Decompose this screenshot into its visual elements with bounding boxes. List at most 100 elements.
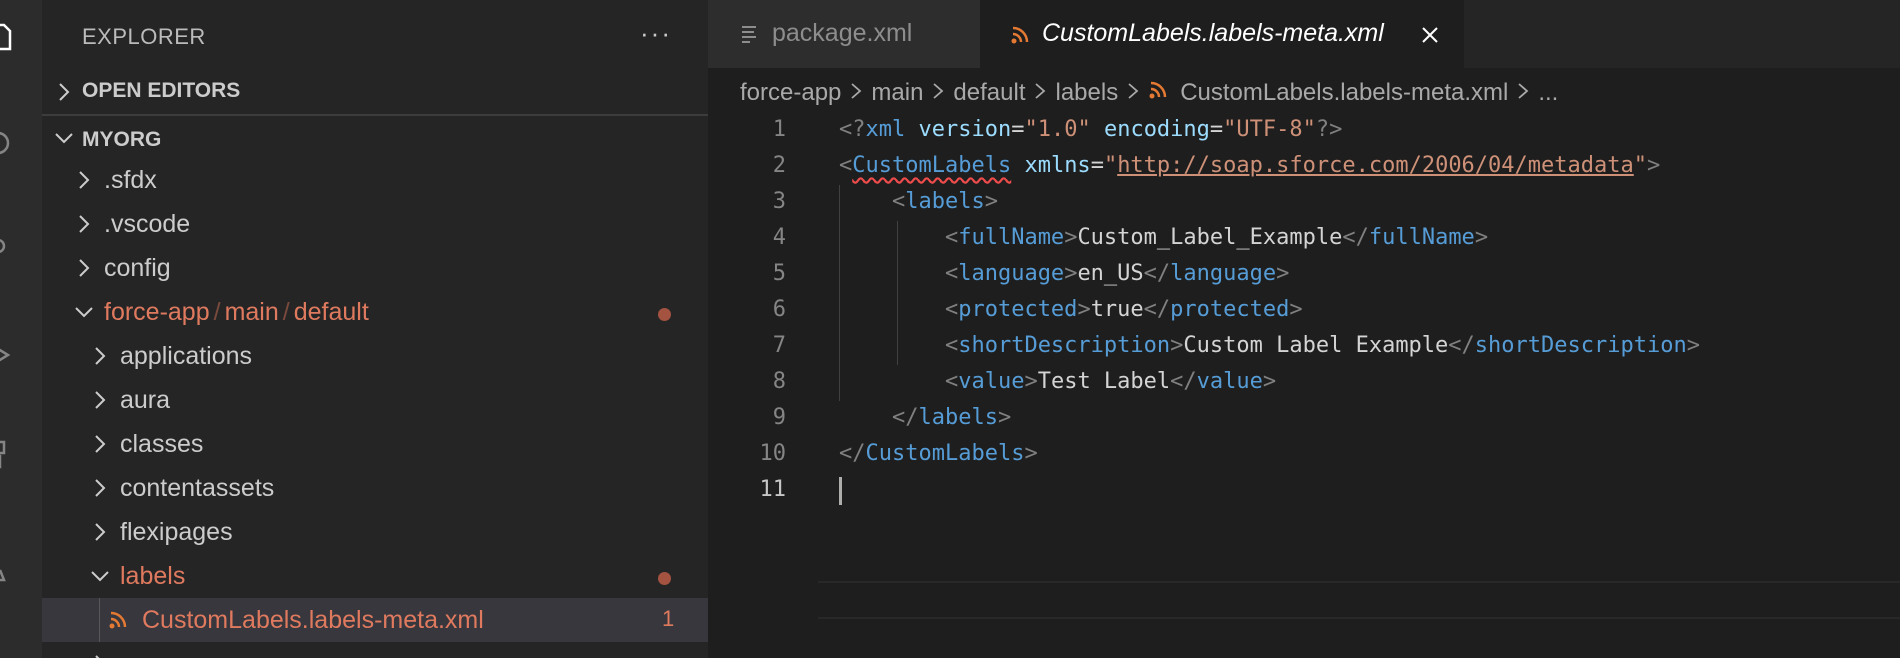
modified-dot <box>658 572 671 585</box>
tree-item-force-app[interactable]: force-app / main / default <box>42 290 708 334</box>
tree-item-label: aura <box>120 386 171 414</box>
breadcrumb-item[interactable]: labels <box>1055 79 1118 107</box>
xml-tag: value <box>1196 369 1263 394</box>
activity-bar <box>0 0 42 658</box>
rss-xml-icon <box>1011 26 1029 44</box>
close-icon[interactable] <box>1420 25 1440 45</box>
search-icon[interactable] <box>0 128 16 158</box>
files-icon[interactable] <box>0 22 16 52</box>
more-actions-button[interactable]: ··· <box>640 18 672 49</box>
xml-text: Custom Label Example <box>1183 333 1449 358</box>
xml-tag: fullName <box>1368 225 1475 250</box>
chevron-right-icon <box>1033 79 1047 107</box>
tree-item-label: applications <box>120 342 253 370</box>
breadcrumb-item[interactable]: force-app <box>740 79 841 107</box>
breadcrumb-item[interactable]: main <box>871 79 923 107</box>
xml-tag: labels <box>905 189 985 214</box>
editor-area: package.xml CustomLabels.labels-meta.xml… <box>708 0 1900 658</box>
breadcrumb-item[interactable]: default <box>953 79 1025 107</box>
path-separator: / <box>282 298 290 326</box>
tree-item-aura[interactable]: aura <box>42 378 708 422</box>
tab-customlabels[interactable]: CustomLabels.labels-meta.xml <box>980 0 1464 68</box>
source-control-icon[interactable] <box>0 236 16 266</box>
workspace-section[interactable]: MYORG <box>42 114 708 160</box>
tab-label: CustomLabels.labels-meta.xml <box>1042 19 1384 47</box>
xml-string: "1.0" <box>1024 117 1091 142</box>
tab-bar: package.xml CustomLabels.labels-meta.xml <box>708 0 1900 68</box>
chevron-down-icon <box>91 571 109 582</box>
test-icon[interactable] <box>0 552 16 582</box>
chevron-right-icon <box>849 79 863 107</box>
xml-tag: protected <box>1170 297 1290 322</box>
tree-item-contentassets[interactable]: contentassets <box>42 466 708 510</box>
chevron-right-icon <box>931 79 945 107</box>
xml-url-link[interactable]: http://soap.sforce.com/2006/04/metadata <box>1117 153 1634 178</box>
chevron-right-icon <box>95 347 106 365</box>
tree-item-sfdx[interactable]: .sfdx <box>42 158 708 202</box>
line-number: 4 <box>772 225 786 250</box>
tree-item-cropped[interactable] <box>42 642 708 658</box>
tree-item-labels[interactable]: labels <box>42 554 708 598</box>
code-line: <protected>true</protected> <box>839 297 1303 322</box>
open-editors-label: OPEN EDITORS <box>82 79 241 102</box>
code-line: </CustomLabels> <box>839 441 1038 466</box>
xml-string: "UTF-8" <box>1223 117 1316 142</box>
tree-item-classes[interactable]: classes <box>42 422 708 466</box>
line-number: 5 <box>772 261 786 286</box>
extensions-icon[interactable] <box>0 440 16 470</box>
chevron-right-icon <box>1126 79 1140 107</box>
tab-label: package.xml <box>772 19 913 47</box>
xml-tag: language <box>1170 261 1277 286</box>
line-number: 10 <box>759 441 787 466</box>
code-line: <CustomLabels xmlns="http://soap.sforce.… <box>839 153 1661 178</box>
path-segment: force-app <box>104 298 210 326</box>
breadcrumb-item[interactable]: ... <box>1538 79 1558 107</box>
workspace-label: MYORG <box>82 128 162 151</box>
line-number: 2 <box>772 153 786 178</box>
xml-text: true <box>1090 297 1144 322</box>
line-number: 7 <box>772 333 786 358</box>
tree-item-customlabels-file[interactable]: CustomLabels.labels-meta.xml 1 <box>42 598 708 642</box>
tree-item-vscode[interactable]: .vscode <box>42 202 708 246</box>
problem-count-badge: 1 <box>662 606 675 631</box>
xml-quote: " <box>1103 153 1118 178</box>
tree-item-flexipages[interactable]: flexipages <box>42 510 708 554</box>
path-segment: default <box>293 298 369 326</box>
xml-quote: " <box>1633 153 1647 178</box>
chevron-right-icon <box>79 215 90 233</box>
open-editors-section[interactable]: OPEN EDITORS <box>42 70 708 114</box>
xml-tag: protected <box>958 297 1078 322</box>
xml-tag: shortDescription <box>1474 333 1687 358</box>
breadcrumb: force-app main default labels CustomLabels.l… <box>740 78 1558 107</box>
tab-package-xml[interactable]: package.xml <box>708 0 980 68</box>
xml-tag: fullName <box>958 225 1065 250</box>
chevron-right-icon <box>95 523 106 541</box>
tree-item-applications[interactable]: applications <box>42 334 708 378</box>
tree-item-label: classes <box>120 430 204 458</box>
xml-tag: CustomLabels <box>852 153 1012 178</box>
xml-tag: shortDescription <box>958 333 1171 358</box>
xml-tag: CustomLabels <box>865 441 1025 466</box>
tree-item-label: .sfdx <box>104 166 157 194</box>
xml-tag: language <box>958 261 1065 286</box>
xml-tag: labels <box>918 405 998 430</box>
code-line: <shortDescription>Custom Label Example</… <box>839 333 1700 358</box>
xml-text: Custom_Label_Example <box>1077 225 1343 250</box>
chevron-right-icon <box>79 171 90 189</box>
code-line: <value>Test Label</value> <box>839 369 1276 394</box>
chevron-right-icon <box>95 435 106 453</box>
xml-decl: xml <box>865 117 906 142</box>
line-number-active: 11 <box>759 477 787 502</box>
text-cursor <box>839 477 842 505</box>
rss-xml-icon <box>1148 79 1168 107</box>
lines-file-icon <box>742 26 756 43</box>
tree-item-label: labels <box>120 562 186 590</box>
chevron-right-icon <box>95 391 106 409</box>
chevron-right-icon <box>59 83 70 101</box>
run-debug-icon[interactable] <box>0 340 16 370</box>
line-number: 9 <box>772 405 786 430</box>
chevron-right-icon <box>1516 79 1530 107</box>
tree-item-config[interactable]: config <box>42 246 708 290</box>
breadcrumb-item[interactable]: CustomLabels.labels-meta.xml <box>1180 79 1508 107</box>
